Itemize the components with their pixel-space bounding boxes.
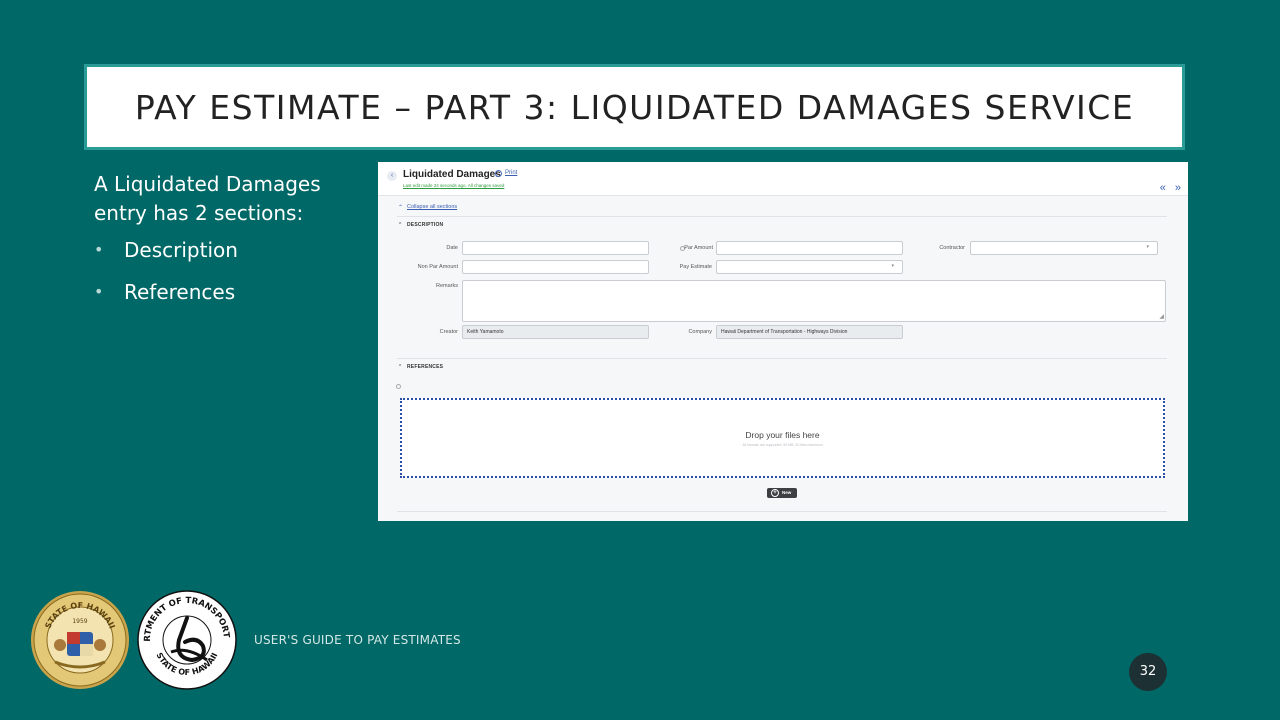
state-of-hawaii-seal-logo: STATE OF HAWAII 1959 [31, 591, 129, 689]
description-section-header[interactable]: ⌃ DESCRIPTION [398, 222, 443, 228]
pay-estimate-select[interactable]: ▾ [716, 260, 903, 274]
resize-handle-icon: ◢ [1159, 314, 1164, 320]
page-number-badge: 32 [1129, 653, 1167, 691]
contractor-label: Contractor [939, 245, 965, 251]
creator-field: Keith Yamamoto [462, 325, 649, 339]
remarks-label: Remarks [435, 283, 458, 289]
save-status-link[interactable]: Last edit made 24 seconds ago. All chang… [403, 183, 504, 188]
new-button-label: New [782, 490, 792, 495]
chevron-up-icon: ⌃ [398, 205, 404, 211]
slide-title-box: PAY ESTIMATE – PART 3: LIQUIDATED DAMAGE… [84, 64, 1185, 150]
new-reference-button[interactable]: + New [767, 488, 797, 498]
date-field[interactable] [462, 241, 649, 255]
radio-icon[interactable] [396, 384, 401, 389]
date-label: Date [446, 245, 458, 251]
references-section-header[interactable]: ⌃ REFERENCES [398, 364, 443, 370]
chevron-up-icon: ⌃ [398, 222, 403, 228]
divider [397, 216, 1167, 217]
company-field: Hawaii Department of Transportation - Hi… [716, 325, 903, 339]
footer-text: USER'S GUIDE TO PAY ESTIMATES [254, 633, 461, 647]
chevron-down-icon: ▾ [891, 263, 894, 269]
divider [397, 511, 1167, 512]
section-header-label: DESCRIPTION [407, 222, 444, 228]
remarks-textarea[interactable]: ◢ [462, 280, 1166, 322]
chevron-down-icon: ▾ [1146, 244, 1149, 250]
contractor-select[interactable]: ▾ [970, 241, 1158, 255]
collapse-all-link[interactable]: Collapse all sections [407, 204, 457, 210]
creator-label: Creator [439, 329, 458, 335]
non-par-amount-label: Non Par Amount [417, 264, 458, 270]
app-page-title: Liquidated Damages [403, 169, 501, 180]
bullet-item: References [94, 280, 354, 304]
plus-icon: + [771, 489, 779, 497]
print-link[interactable]: Print [505, 170, 517, 176]
print-icon[interactable] [495, 170, 502, 177]
bullet-item: Description [94, 238, 354, 262]
bullet-list: Description References [94, 238, 354, 304]
par-amount-label: Par Amount [684, 245, 713, 251]
expand-panel-icon[interactable]: « » [1160, 182, 1184, 194]
slide-body-text: A Liquidated Damages entry has 2 section… [94, 170, 354, 322]
chevron-up-icon: ⌃ [398, 364, 403, 370]
par-amount-field[interactable] [716, 241, 903, 255]
slide-title: PAY ESTIMATE – PART 3: LIQUIDATED DAMAGE… [134, 87, 1135, 127]
non-par-amount-field[interactable] [462, 260, 649, 274]
pay-estimate-label: Pay Estimate [679, 264, 712, 270]
app-header: ‹ Liquidated Damages Print Last edit mad… [378, 162, 1188, 196]
company-label: Company [688, 329, 712, 335]
drop-zone-label: Drop your files here [745, 430, 820, 440]
divider [397, 358, 1167, 359]
back-arrow-icon[interactable]: ‹ [387, 171, 397, 181]
department-of-transportation-seal-logo: DEPARTMENT OF TRANSPORTATION STATE OF HA… [137, 590, 237, 690]
drop-zone-hint: All formats are supported. 50 MB, 20 fil… [742, 443, 823, 447]
intro-text: A Liquidated Damages entry has 2 section… [94, 172, 321, 225]
svg-text:1959: 1959 [72, 618, 87, 625]
file-drop-zone[interactable]: Drop your files here All formats are sup… [400, 398, 1165, 478]
app-screenshot: ‹ Liquidated Damages Print Last edit mad… [378, 162, 1188, 521]
section-header-label: REFERENCES [407, 364, 444, 370]
